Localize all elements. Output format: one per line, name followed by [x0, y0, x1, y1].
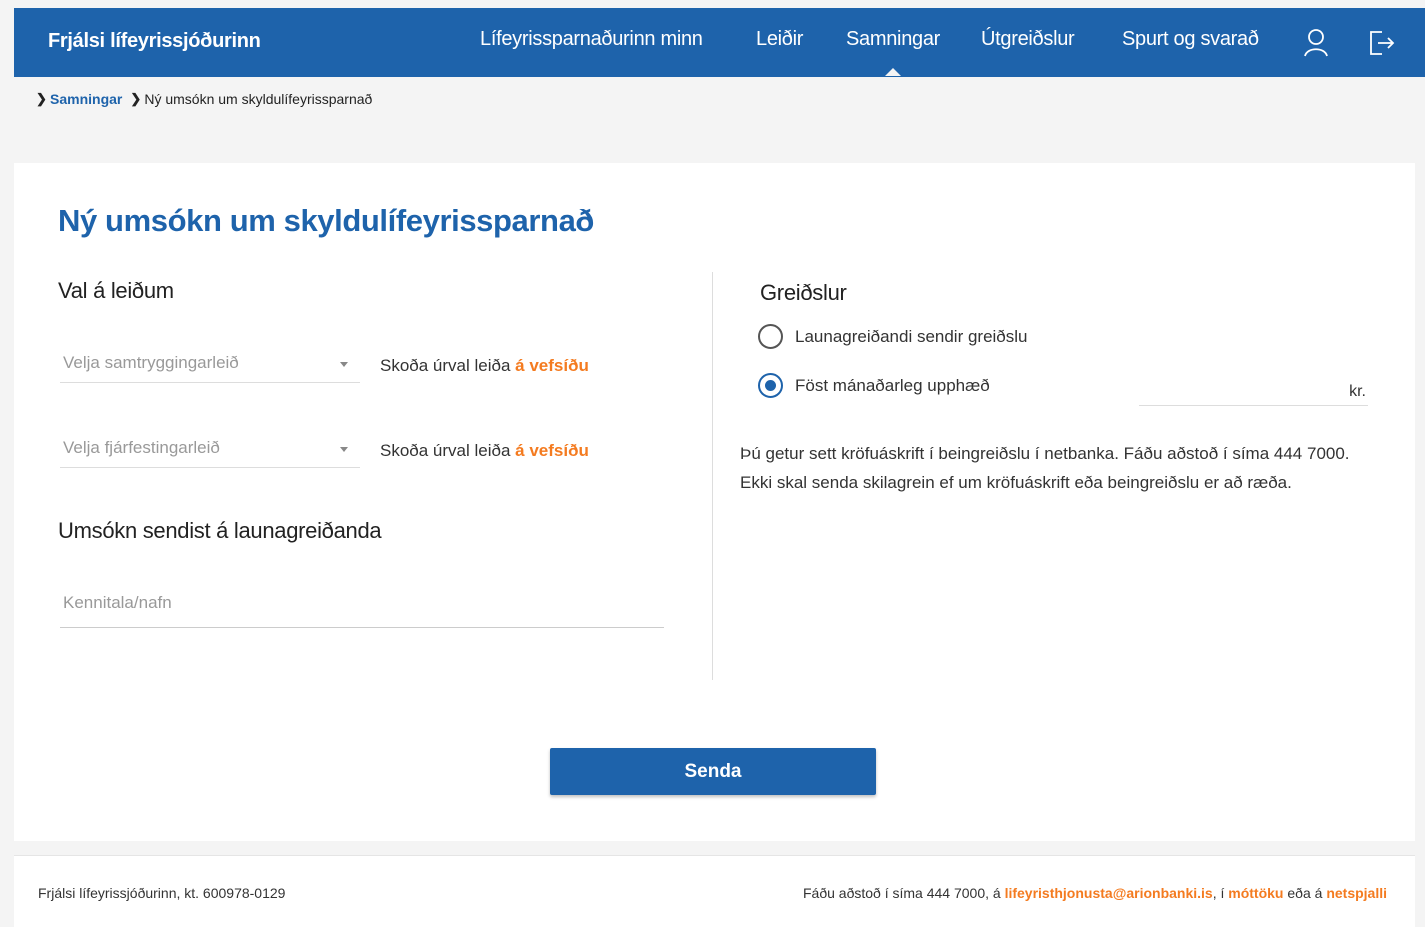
employer-id-field[interactable] [60, 578, 664, 628]
select-note: Skoða úrval leiða á vefsíðu [380, 441, 589, 461]
select-placeholder: Velja samtryggingarleið [63, 353, 239, 372]
monthly-amount-input[interactable] [1139, 370, 1329, 405]
radio-employer-sends-payment[interactable]: Launagreiðandi sendir greiðslu [758, 324, 1028, 349]
investment-plan-select[interactable]: Velja fjárfestingarleið [60, 430, 360, 468]
footer-chat-link[interactable]: netspjalli [1326, 885, 1387, 901]
section-title-employer: Umsókn sendist á launagreiðanda [58, 518, 382, 543]
nav-item-spurt-og-svarad[interactable]: Spurt og svarað [1122, 28, 1259, 51]
dropdown-arrow-icon [340, 447, 348, 452]
employer-id-input[interactable] [60, 578, 664, 627]
direct-debit-info: Þú getur sett kröfuáskrift í beingreiðsl… [740, 444, 1350, 492]
website-link[interactable]: á vefsíðu [515, 441, 589, 460]
footer-contact-text: Fáðu aðstoð í síma 444 7000, á [802, 885, 1005, 901]
website-link[interactable]: á vefsíðu [515, 356, 589, 375]
footer-email-link[interactable]: lifeyristhjonusta@arionbanki.is [1005, 885, 1213, 901]
pension-plan-select[interactable]: Velja samtryggingarleið [60, 345, 360, 383]
select-note-text: Skoða úrval leiða [380, 441, 516, 460]
radio-button-checked[interactable] [758, 373, 783, 398]
nav-item-samningar[interactable]: Samningar [846, 28, 940, 76]
section-title-greidslur: Greiðslur [760, 280, 847, 305]
footer-separator: eða á [1283, 885, 1327, 901]
radio-label: Föst mánaðarleg upphæð [795, 375, 990, 395]
nav-item-lifeyrissparnadurinn[interactable]: Lífeyrissparnaðurinn minn [480, 28, 703, 51]
logout-icon[interactable] [1366, 26, 1396, 60]
currency-unit: kr. [1349, 383, 1366, 400]
footer-separator: , í [1212, 885, 1229, 901]
radio-fixed-monthly-amount[interactable]: Föst mánaðarleg upphæð [758, 373, 990, 398]
send-button[interactable]: Senda [550, 748, 876, 795]
page-title: Ný umsókn um skyldulífeyrissparnað [58, 203, 594, 238]
section-title-val-a-leidum: Val á leiðum [58, 278, 174, 303]
breadcrumb-link-samningar[interactable]: Samningar [50, 91, 122, 107]
nav-item-leidir[interactable]: Leiðir [756, 28, 803, 51]
top-navigation-bar: Frjálsi lífeyrissjóðurinn Lífeyrissparna… [14, 8, 1425, 77]
radio-button-unchecked[interactable] [758, 324, 783, 349]
footer: Frjálsi lífeyrissjóðurinn, kt. 600978-01… [14, 855, 1415, 927]
radio-label: Launagreiðandi sendir greiðslu [795, 326, 1028, 346]
column-divider [712, 272, 713, 680]
select-note-text: Skoða úrval leiða [380, 356, 516, 375]
footer-company-info: Frjálsi lífeyrissjóðurinn, kt. 600978-01… [38, 885, 286, 901]
user-icon[interactable] [1301, 26, 1331, 60]
application-form-card: Ný umsókn um skyldulífeyrissparnað Val á… [14, 163, 1415, 841]
footer-contact: Fáðu aðstoð í síma 444 7000, á lifeyrist… [803, 885, 1387, 901]
select-note: Skoða úrval leiða á vefsíðu [380, 356, 589, 376]
nav-item-utgreidslur[interactable]: Útgreiðslur [981, 28, 1075, 51]
brand-logo-text[interactable]: Frjálsi lífeyrissjóðurinn [48, 30, 261, 53]
breadcrumb: ❯ Samningar ❯ Ný umsókn um skyldulífeyri… [36, 91, 372, 107]
chevron-right-icon: ❯ [130, 91, 142, 106]
dropdown-arrow-icon [340, 362, 348, 367]
chevron-right-icon: ❯ [36, 91, 47, 106]
footer-reception-link[interactable]: móttöku [1228, 885, 1283, 901]
monthly-amount-field[interactable]: kr. [1139, 370, 1368, 406]
breadcrumb-current: Ný umsókn um skyldulífeyrissparnað [144, 91, 373, 107]
select-placeholder: Velja fjárfestingarleið [63, 438, 220, 457]
